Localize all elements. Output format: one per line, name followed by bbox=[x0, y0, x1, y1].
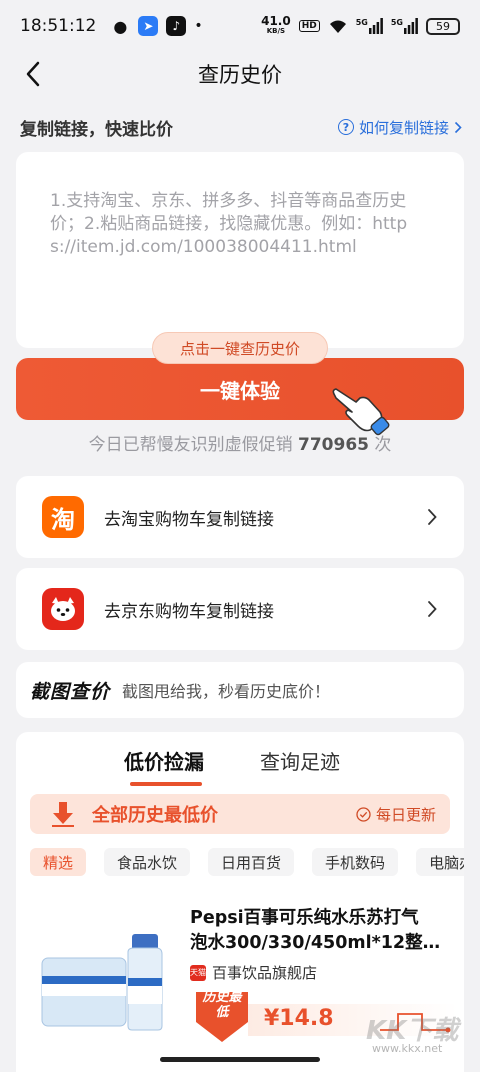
identify-count-number: 770965 bbox=[298, 435, 369, 455]
signal-bars-icon bbox=[404, 18, 418, 34]
screenshot-price-desc: 截图甩给我，秒看历史底价！ bbox=[122, 682, 331, 701]
taobao-cart-label: 去淘宝购物车复制链接 bbox=[104, 509, 274, 530]
copy-link-header: 复制链接，快速比价 ? 如何复制链接 bbox=[20, 112, 462, 142]
chevron-right-icon bbox=[428, 601, 437, 617]
signal-5g-1-label: 5G bbox=[355, 18, 368, 27]
jd-logo-icon bbox=[42, 588, 84, 630]
lowest-price-banner[interactable]: 全部历史最低价 每日更新 bbox=[30, 794, 450, 834]
jd-dog-icon bbox=[51, 597, 75, 621]
wifi-icon bbox=[329, 20, 346, 33]
tab-search-history[interactable]: 查询足迹 bbox=[260, 746, 340, 775]
back-button[interactable] bbox=[22, 60, 46, 88]
taobao-logo-char: 淘 bbox=[51, 505, 75, 534]
notification-dot-icon: • bbox=[194, 18, 203, 34]
net-speed-value: 41.0 bbox=[261, 14, 291, 28]
status-indicators: 41.0 KB/S HD 5G 5G 59 bbox=[261, 14, 460, 36]
down-arrow-icon bbox=[52, 802, 74, 827]
net-speed: 41.0 KB/S bbox=[261, 14, 291, 36]
question-icon: ? bbox=[337, 119, 354, 135]
one-click-try-button[interactable]: 一键体验 bbox=[16, 358, 464, 420]
jd-cart-label: 去京东购物车复制链接 bbox=[104, 601, 274, 622]
active-tab-indicator bbox=[130, 782, 202, 786]
signal-5g-2-label: 5G bbox=[390, 18, 403, 27]
product-title-line-2: 泡水300/330/450ml*12整箱... bbox=[190, 933, 452, 953]
chevron-right-icon bbox=[454, 121, 462, 133]
signal-5g-1: 5G bbox=[356, 18, 383, 34]
tab-low-price-deals[interactable]: 低价捡漏 bbox=[124, 746, 204, 775]
home-indicator[interactable] bbox=[160, 1057, 320, 1062]
battery-level: 59 bbox=[436, 19, 450, 33]
cta-tooltip-text: 点击一键查历史价 bbox=[179, 339, 300, 358]
product-image bbox=[41, 934, 163, 1031]
pointing-hand-icon bbox=[332, 388, 390, 436]
check-circle-icon bbox=[356, 806, 371, 822]
status-time: 18:51:12 bbox=[20, 16, 97, 36]
cta-wrap: 一键体验 bbox=[16, 358, 464, 420]
hd-badge: HD bbox=[298, 20, 320, 32]
chip-phone-digital[interactable]: 手机数码 bbox=[312, 848, 399, 876]
taobao-cart-link[interactable]: 淘 去淘宝购物车复制链接 bbox=[16, 476, 464, 558]
how-to-copy-link[interactable]: ? 如何复制链接 bbox=[337, 117, 462, 138]
lowest-price-title: 全部历史最低价 bbox=[92, 805, 218, 826]
chevron-right-icon bbox=[428, 509, 437, 525]
wechat-icon: ● bbox=[113, 16, 128, 36]
daily-update-badge: 每日更新 bbox=[356, 804, 436, 825]
identify-count-line: 今日已帮慢友识别虚假促销 770965 次 bbox=[0, 430, 480, 455]
copy-link-title: 复制链接，快速比价 bbox=[20, 119, 173, 140]
watermark-url: www.kkx.net bbox=[372, 1042, 443, 1055]
identify-count-suffix: 次 bbox=[368, 435, 392, 455]
nav-bar: 查历史价 bbox=[0, 52, 480, 96]
taobao-logo-icon: 淘 bbox=[42, 496, 84, 538]
shop-row: 天猫 百事饮品旗舰店 bbox=[190, 962, 317, 983]
tiktok-icon: ♪ bbox=[166, 16, 187, 36]
daily-update-label: 每日更新 bbox=[375, 805, 436, 824]
chip-featured[interactable]: 精选 bbox=[30, 848, 87, 876]
status-app-icons: ● ➤ ♪ • bbox=[110, 16, 203, 36]
watermark-logo: KK下载 www.kkx.net bbox=[366, 1010, 476, 1056]
jd-cart-link[interactable]: 去京东购物车复制链接 bbox=[16, 568, 464, 650]
shop-name: 百事饮品旗舰店 bbox=[212, 964, 318, 982]
link-paste-input[interactable]: 1.支持淘宝、京东、拼多多、抖音等商品查历史价；2.粘贴商品链接，找隐藏优惠。例… bbox=[16, 152, 464, 348]
one-click-try-label: 一键体验 bbox=[200, 378, 280, 403]
messenger-icon: ➤ bbox=[138, 16, 159, 36]
link-paste-placeholder: 1.支持淘宝、京东、拼多多、抖音等商品查历史价；2.粘贴商品链接，找隐藏优惠。例… bbox=[50, 191, 408, 257]
chip-computer-office[interactable]: 电脑办 bbox=[416, 848, 464, 876]
cta-tooltip: 点击一键查历史价 bbox=[152, 332, 328, 364]
deals-tabs: 低价捡漏 查询足迹 bbox=[16, 746, 464, 786]
tmall-badge-icon: 天猫 bbox=[190, 964, 206, 981]
product-price: ¥14.8 bbox=[264, 1006, 334, 1031]
category-chips: 精选 食品水饮 日用百货 手机数码 电脑办 bbox=[30, 848, 464, 876]
identify-count-prefix: 今日已帮慢友识别虚假促销 bbox=[88, 435, 298, 455]
chip-daily-goods[interactable]: 日用百货 bbox=[208, 848, 295, 876]
signal-5g-2: 5G bbox=[391, 18, 418, 34]
chip-food-drinks[interactable]: 食品水饮 bbox=[104, 848, 191, 876]
battery-icon: 59 bbox=[426, 17, 460, 35]
screenshot-price-check[interactable]: 截图查价 截图甩给我，秒看历史底价！ bbox=[16, 662, 464, 718]
product-title: Pepsi百事可乐纯水乐苏打气 泡水300/330/450ml*12整箱... bbox=[190, 906, 452, 956]
product-title-line-1: Pepsi百事可乐纯水乐苏打气 bbox=[190, 908, 419, 928]
history-lowest-tag-text: 历史最低 bbox=[202, 990, 242, 1020]
status-bar: 18:51:12 ● ➤ ♪ • 41.0 KB/S HD 5G 5G 59 bbox=[0, 0, 480, 52]
page-title: 查历史价 bbox=[198, 63, 282, 87]
signal-bars-icon bbox=[368, 18, 383, 34]
screenshot-price-title: 截图查价 bbox=[30, 680, 111, 703]
how-to-copy-label: 如何复制链接 bbox=[358, 118, 449, 137]
